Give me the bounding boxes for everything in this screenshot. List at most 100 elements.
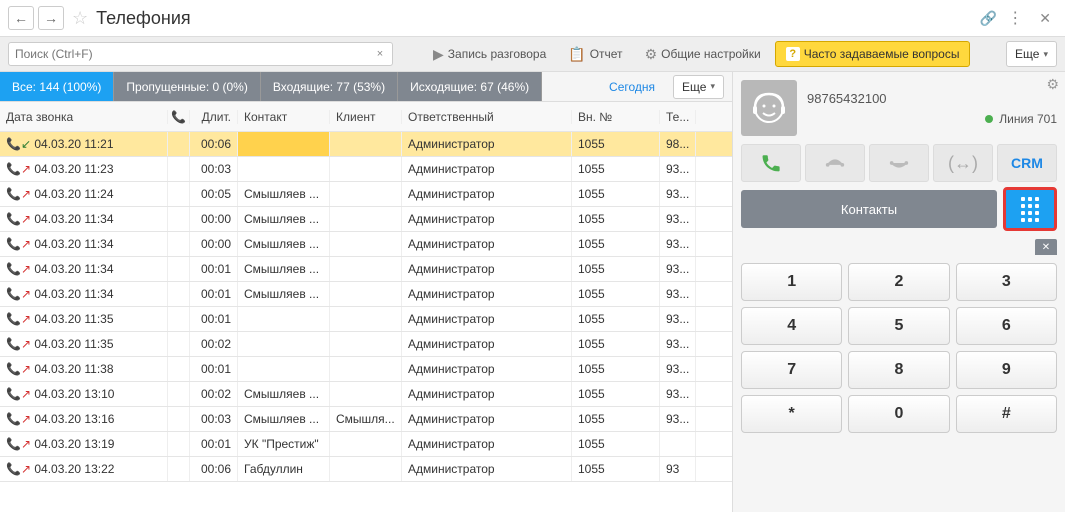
cell-date: 📞↗ 04.03.20 11:34 [0, 232, 168, 256]
table-row[interactable]: 📞↗ 04.03.20 11:3400:00Смышляев ...Админи… [0, 207, 732, 232]
dialpad-key-#[interactable]: # [956, 395, 1057, 433]
col-duration[interactable]: Длит. [190, 110, 238, 124]
transfer-button[interactable]: (↔) [933, 144, 993, 182]
cell-contact: УК "Престиж" [238, 432, 330, 456]
call-direction-icon: 📞↗ [6, 212, 31, 226]
cell-contact: Смышляев ... [238, 407, 330, 431]
search-input[interactable] [8, 42, 393, 66]
filter-outgoing-tab[interactable]: Исходящие: 67 (46%) [398, 72, 542, 101]
crm-button[interactable]: CRM [997, 144, 1057, 182]
table-row[interactable]: 📞↗ 04.03.20 11:3500:02Администратор10559… [0, 332, 732, 357]
col-tel[interactable]: Те... [660, 110, 696, 124]
cell-responsible: Администратор [402, 232, 572, 256]
search-clear-button[interactable]: × [371, 45, 389, 63]
filter-today-link[interactable]: Сегодня [597, 80, 667, 94]
table-row[interactable]: 📞↗ 04.03.20 11:2400:05Смышляев ...Админи… [0, 182, 732, 207]
close-icon[interactable]: ✕ [1033, 10, 1057, 27]
filter-incoming-tab[interactable]: Входящие: 77 (53%) [261, 72, 398, 101]
table-row[interactable]: 📞↗ 04.03.20 11:3400:01Смышляев ...Админи… [0, 257, 732, 282]
dialpad-key-0[interactable]: 0 [848, 395, 949, 433]
report-button[interactable]: 📋Отчет [560, 41, 630, 67]
panel-settings-icon[interactable]: ⚙ [1046, 76, 1059, 93]
dialpad-key-4[interactable]: 4 [741, 307, 842, 345]
cell-date: 📞↗ 04.03.20 13:22 [0, 457, 168, 481]
filter-more-button[interactable]: Еще [673, 75, 724, 99]
close-dialpad-button[interactable]: ✕ [1035, 239, 1057, 255]
cell-ext: 1055 [572, 357, 660, 381]
nav-forward-button[interactable]: → [38, 6, 64, 30]
cell-contact: Смышляев ... [238, 382, 330, 406]
hangup-button[interactable] [869, 144, 929, 182]
cell-contact: Смышляев ... [238, 207, 330, 231]
dialpad-key-6[interactable]: 6 [956, 307, 1057, 345]
col-date[interactable]: Дата звонка [0, 110, 168, 124]
dialpad-key-*[interactable]: * [741, 395, 842, 433]
dialpad-key-5[interactable]: 5 [848, 307, 949, 345]
cell-duration: 00:02 [190, 382, 238, 406]
status-dot-icon [985, 115, 993, 123]
table-row[interactable]: 📞↗ 04.03.20 11:2300:03Администратор10559… [0, 157, 732, 182]
dialpad-key-1[interactable]: 1 [741, 263, 842, 301]
kebab-menu-icon[interactable]: ⋮ [1007, 8, 1023, 28]
table-body[interactable]: 📞↙ 04.03.20 11:2100:06Администратор10559… [0, 132, 732, 512]
record-button[interactable]: ▶Запись разговора [425, 41, 554, 67]
cell-tel: 93... [660, 182, 696, 206]
call-button[interactable] [741, 144, 801, 182]
table-row[interactable]: 📞↗ 04.03.20 13:1000:02Смышляев ...Админи… [0, 382, 732, 407]
table-row[interactable]: 📞↗ 04.03.20 11:3800:01Администратор10559… [0, 357, 732, 382]
dialpad-key-2[interactable]: 2 [848, 263, 949, 301]
handset-icon: 📞 [171, 110, 186, 124]
cell-responsible: Администратор [402, 157, 572, 181]
cell-dir [168, 257, 190, 281]
dialpad-key-7[interactable]: 7 [741, 351, 842, 389]
cell-client [330, 132, 402, 156]
cell-dir [168, 457, 190, 481]
call-direction-icon: 📞↗ [6, 237, 31, 251]
dialpad-key-8[interactable]: 8 [848, 351, 949, 389]
dialpad-key-3[interactable]: 3 [956, 263, 1057, 301]
cell-client [330, 457, 402, 481]
filter-all-tab[interactable]: Все: 144 (100%) [0, 72, 114, 101]
cell-client [330, 207, 402, 231]
search-wrap: × [8, 42, 393, 66]
col-responsible[interactable]: Ответственный [402, 110, 572, 124]
col-contact[interactable]: Контакт [238, 110, 330, 124]
link-icon[interactable]: 🔗 [980, 10, 997, 27]
hold-button[interactable] [805, 144, 865, 182]
col-direction[interactable]: 📞 [168, 110, 190, 124]
cell-dir [168, 307, 190, 331]
faq-button[interactable]: ?Часто задаваемые вопросы [775, 41, 971, 67]
table-row[interactable]: 📞↗ 04.03.20 11:3400:01Смышляев ...Админи… [0, 282, 732, 307]
nav-back-button[interactable]: ← [8, 6, 34, 30]
dialpad-toggle-button[interactable] [1003, 187, 1057, 231]
cell-responsible: Администратор [402, 457, 572, 481]
panel-header: ⚙ 98765432100 Линия 701 [733, 72, 1065, 144]
filter-missed-tab[interactable]: Пропущенные: 0 (0%) [114, 72, 260, 101]
dialpad-icon [1021, 197, 1039, 222]
table-row[interactable]: 📞↙ 04.03.20 11:2100:06Администратор10559… [0, 132, 732, 157]
table-row[interactable]: 📞↗ 04.03.20 13:2200:06ГабдуллинАдминистр… [0, 457, 732, 482]
cell-date: 📞↗ 04.03.20 11:34 [0, 282, 168, 306]
cell-contact: Смышляев ... [238, 257, 330, 281]
favorite-star-icon[interactable]: ☆ [72, 8, 88, 29]
table-row[interactable]: 📞↗ 04.03.20 13:1600:03Смышляев ...Смышля… [0, 407, 732, 432]
cell-tel [660, 432, 696, 456]
action-row: (↔) CRM [733, 144, 1065, 190]
col-client[interactable]: Клиент [330, 110, 402, 124]
cell-tel: 93... [660, 257, 696, 281]
cell-responsible: Администратор [402, 307, 572, 331]
cell-contact: Смышляев ... [238, 182, 330, 206]
table-row[interactable]: 📞↗ 04.03.20 11:3500:01Администратор10559… [0, 307, 732, 332]
cell-duration: 00:01 [190, 257, 238, 281]
table-row[interactable]: 📞↗ 04.03.20 13:1900:01УК "Престиж"Админи… [0, 432, 732, 457]
toolbar-more-button[interactable]: Еще [1006, 41, 1057, 67]
cell-dir [168, 432, 190, 456]
cell-responsible: Администратор [402, 332, 572, 356]
table-row[interactable]: 📞↗ 04.03.20 11:3400:00Смышляев ...Админи… [0, 232, 732, 257]
dialpad-key-9[interactable]: 9 [956, 351, 1057, 389]
contacts-row: Контакты [733, 190, 1065, 239]
cell-duration: 00:01 [190, 432, 238, 456]
contacts-button[interactable]: Контакты [741, 190, 997, 228]
col-ext[interactable]: Вн. № [572, 110, 660, 124]
settings-button[interactable]: ⚙Общие настройки [637, 41, 769, 67]
